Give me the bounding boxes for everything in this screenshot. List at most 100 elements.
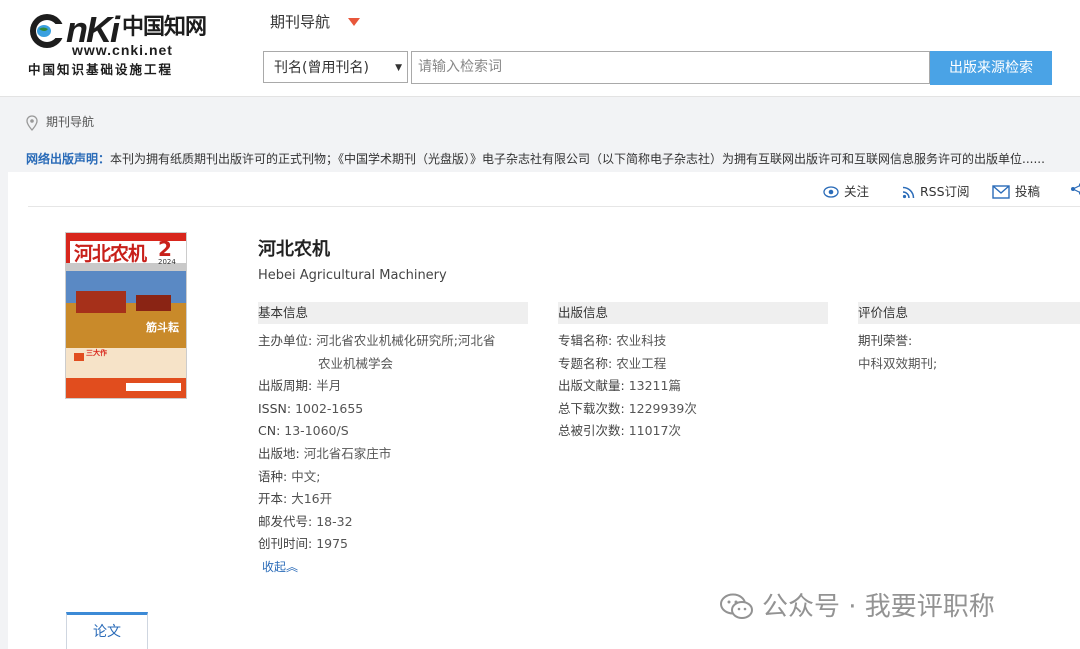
citations-value: 11017次: [628, 423, 681, 439]
info-row-language: 语种: 中文;: [258, 466, 528, 489]
info-row-docs: 出版文献量: 13211篇: [558, 375, 828, 398]
watermark-text: 公众号 · 我要评职称: [762, 592, 995, 622]
sponsor-value-2: 农业机械学会: [318, 355, 394, 371]
publish-info-heading: 出版信息: [558, 302, 828, 324]
postal-label: 邮发代号:: [258, 513, 313, 529]
honor-label: 期刊荣誉:: [858, 333, 913, 348]
info-row-founded: 创刊时间: 1975: [258, 533, 528, 556]
mail-icon: [992, 185, 1010, 199]
citations-label: 总被引次数:: [558, 423, 625, 439]
notice-label: 网络出版声明：: [26, 152, 111, 166]
collapse-label: 收起: [262, 560, 287, 574]
collapse-link[interactable]: 收起︽: [262, 558, 298, 575]
docs-label: 出版文献量:: [558, 378, 625, 394]
basic-info-heading-text: 基本信息: [258, 305, 309, 320]
journal-cover-image: 河北农机 2 2024 筋斗耘 三大作: [65, 232, 187, 399]
format-value: 大16开: [291, 491, 333, 507]
breadcrumb-label[interactable]: 期刊导航: [46, 115, 94, 129]
journal-panel: 关注 RSS订阅 投稿 河北农机 2 2024 筋斗耘 三大作 河北农机 Heb…: [8, 172, 1080, 649]
info-row-format: 开本: 大16开: [258, 488, 528, 511]
rss-label: RSS订阅: [920, 184, 970, 199]
journal-nav-menu[interactable]: 期刊导航: [270, 11, 330, 32]
period-label: 出版周期:: [258, 378, 313, 394]
breadcrumb: 期刊导航: [26, 113, 94, 131]
select-arrow-icon: ▼: [395, 63, 402, 73]
language-label: 语种:: [258, 468, 288, 484]
logo-subtitle: 中国知识基础设施工程: [28, 62, 174, 77]
series-value: 农业科技: [616, 333, 667, 348]
info-row-honor-value: 中科双效期刊;: [858, 353, 1080, 376]
info-row-issn: ISSN: 1002-1655: [258, 398, 528, 421]
submit-button[interactable]: 投稿: [992, 181, 1040, 200]
logo-brand-cn: 中国知网: [122, 14, 207, 40]
search-button[interactable]: 出版来源检索: [930, 51, 1052, 85]
place-label: 出版地:: [258, 445, 300, 461]
search-field-select[interactable]: 刊名(曾用刊名) ▼: [263, 51, 408, 83]
tab-papers[interactable]: 论文: [66, 612, 148, 649]
follow-button[interactable]: 关注: [823, 181, 869, 200]
info-row-topic: 专题名称: 农业工程: [558, 353, 828, 376]
info-row-series: 专辑名称: 农业科技: [558, 330, 828, 353]
docs-value: 13211篇: [628, 378, 681, 394]
publish-info-heading-text: 出版信息: [558, 305, 609, 320]
postal-value: 18-32: [316, 513, 353, 529]
cover-year: 2024: [158, 258, 176, 266]
info-row-downloads: 总下载次数: 1229939次: [558, 398, 828, 421]
caret-down-icon[interactable]: [348, 18, 360, 26]
location-pin-icon: [26, 114, 38, 131]
series-label: 专辑名称:: [558, 333, 613, 348]
info-row-citations: 总被引次数: 11017次: [558, 420, 828, 443]
cn-label: CN:: [258, 423, 281, 439]
format-label: 开本:: [258, 491, 288, 507]
sponsor-value-1: 河北省农业机械化研究所;河北省: [316, 333, 496, 348]
topic-label: 专题名称:: [558, 355, 613, 371]
journal-title-cn: 河北农机: [258, 239, 330, 260]
language-value: 中文;: [291, 468, 321, 484]
journal-title-en: Hebei Agricultural Machinery: [258, 268, 447, 283]
globe-c-icon: [30, 14, 66, 48]
wechat-watermark: 公众号 · 我要评职称: [720, 586, 995, 623]
info-row-postal: 邮发代号: 18-32: [258, 511, 528, 534]
publishing-notice: 网络出版声明：本刊为拥有纸质期刊出版许可的正式刊物；《中国学术期刊（光盘版）》电…: [26, 150, 1080, 167]
info-row-place: 出版地: 河北省石家庄市: [258, 443, 528, 466]
info-row-period: 出版周期: 半月: [258, 375, 528, 398]
founded-label: 创刊时间:: [258, 536, 313, 552]
topic-value: 农业工程: [616, 355, 667, 371]
double-chevron-up-icon: ︽: [286, 560, 299, 574]
issn-value: 1002-1655: [295, 400, 364, 416]
notice-text: 本刊为拥有纸质期刊出版许可的正式刊物；《中国学术期刊（光盘版）》电子杂志社有限公…: [110, 152, 1045, 166]
eval-info-heading-text: 评价信息: [858, 305, 909, 320]
info-row-cn: CN: 13-1060/S: [258, 420, 528, 443]
honor-value: 中科双效期刊;: [858, 355, 938, 371]
search-field-value: 刊名(曾用刊名): [274, 60, 369, 76]
toolbar-divider: [28, 206, 1080, 207]
cnki-logo[interactable]: nKi 中国知网 www.cnki.net 中国知识基础设施工程: [28, 10, 218, 78]
downloads-value: 1229939次: [628, 400, 697, 416]
issn-label: ISSN:: [258, 400, 292, 416]
period-value: 半月: [316, 378, 342, 394]
basic-info-list: 主办单位: 河北省农业机械化研究所;河北省 农业机械学会 出版周期: 半月 IS…: [258, 330, 528, 556]
info-row-sponsor: 主办单位: 河北省农业机械化研究所;河北省 农业机械学会: [258, 330, 528, 375]
eval-info-heading: 评价信息: [858, 302, 1080, 324]
follow-label: 关注: [844, 184, 870, 199]
sponsor-label: 主办单位:: [258, 333, 313, 348]
site-header: nKi 中国知网 www.cnki.net 中国知识基础设施工程 期刊导航 刊名…: [0, 0, 1080, 97]
rss-button[interactable]: RSS订阅: [902, 181, 970, 200]
downloads-label: 总下载次数:: [558, 400, 625, 416]
submit-label: 投稿: [1015, 184, 1041, 199]
cn-value: 13-1060/S: [284, 423, 349, 439]
cover-masthead: 河北农机: [74, 243, 147, 265]
wechat-icon: [720, 593, 753, 619]
cover-tagline: 三大作: [86, 349, 107, 357]
eval-info-list: 期刊荣誉: 中科双效期刊;: [858, 330, 1080, 375]
cover-headline: 筋斗耘: [146, 321, 179, 334]
info-row-honor-label: 期刊荣誉:: [858, 330, 1080, 353]
search-input[interactable]: 请输入检索词: [411, 51, 930, 84]
share-button[interactable]: [1070, 181, 1080, 196]
share-icon: [1071, 183, 1080, 195]
basic-info-heading: 基本信息: [258, 302, 528, 324]
logo-url: www.cnki.net: [72, 42, 173, 58]
publish-info-list: 专辑名称: 农业科技 专题名称: 农业工程 出版文献量: 13211篇 总下载次…: [558, 330, 828, 443]
place-value: 河北省石家庄市: [303, 445, 392, 461]
eye-icon: [823, 186, 839, 198]
